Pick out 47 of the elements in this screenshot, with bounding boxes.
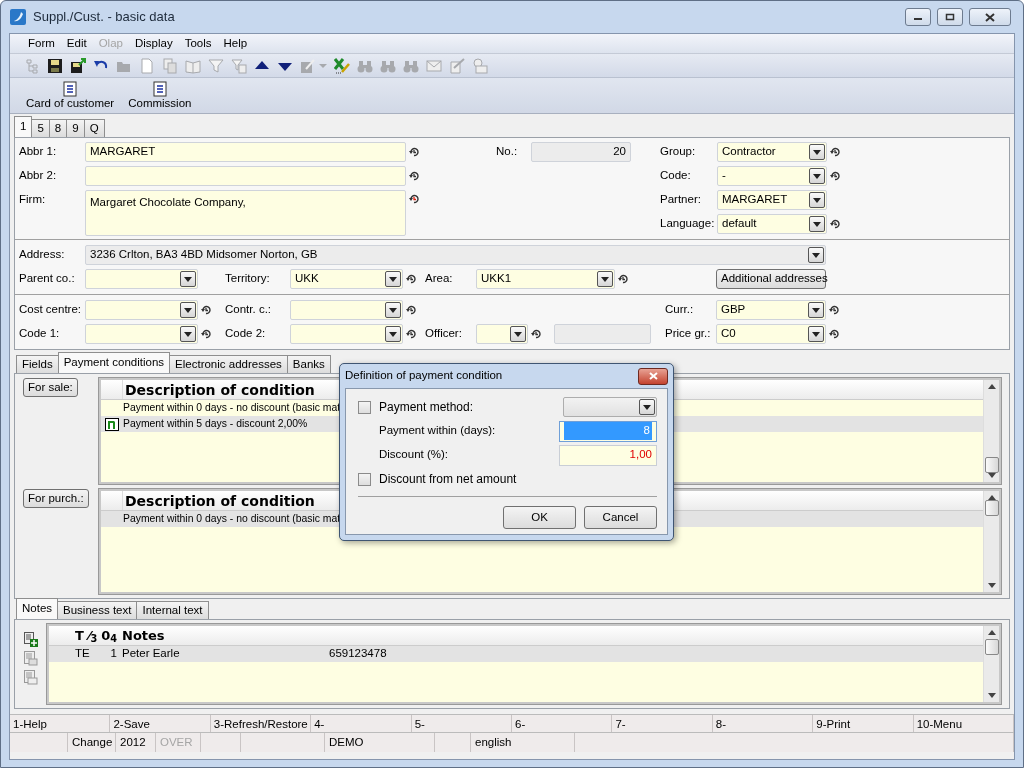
field-value: Contractor <box>722 144 776 160</box>
column-header: Description of condition <box>124 381 315 399</box>
checkbox-label: Payment method: <box>379 399 475 416</box>
field-label: Abbr 2: <box>19 168 58 184</box>
window-title: Suppl./Cust. - basic data <box>33 8 176 27</box>
field-value: UKK <box>295 271 319 287</box>
field-label: Curr.: <box>665 302 695 318</box>
field-label: Cost centre: <box>19 302 82 318</box>
field-label: Area: <box>425 271 454 287</box>
field-label: Territory: <box>225 271 271 287</box>
table-cell-text: Peter Earle <box>121 646 181 662</box>
field-value: UKK1 <box>481 271 512 287</box>
field-label: No.: <box>496 144 519 160</box>
field-label: Code: <box>660 168 692 184</box>
status-text: english <box>471 733 575 752</box>
field-label: Group: <box>660 144 697 160</box>
row-text: Payment within 0 days - no discount (basic mat <box>123 511 341 526</box>
checkbox-label: Discount from net amount <box>379 471 518 488</box>
row-text: Payment within 5 days - discount 2,00% <box>123 417 308 432</box>
field-label: Price gr.: <box>665 326 712 342</box>
field-label: Code 2: <box>225 326 267 342</box>
field-label: Officer: <box>425 326 463 342</box>
field-label: Contr. c.: <box>225 302 273 318</box>
table-cell-text: 1 <box>109 646 118 662</box>
field-label: Language: <box>660 216 716 232</box>
field-label: Partner: <box>660 192 702 208</box>
field-value: GBP <box>721 302 746 318</box>
dialog-title: Definition of payment condition <box>345 368 503 384</box>
field-value: C0 <box>721 326 736 342</box>
column-header: Description of condition <box>124 491 315 510</box>
field-label: Discount (%): <box>378 447 450 463</box>
field-value: default <box>722 216 757 232</box>
field-label: Payment within (days): <box>378 423 497 439</box>
status-text: Change <box>68 733 116 752</box>
field-label: Code 1: <box>19 326 61 342</box>
status-text: 2012 <box>116 733 156 752</box>
field-value: - <box>722 168 726 184</box>
field-label: Firm: <box>19 192 47 208</box>
field-label: Address: <box>19 247 66 263</box>
status-text: OVER <box>156 733 201 752</box>
table-cell-text: 659123478 <box>329 646 387 662</box>
field-value: MARGARET <box>722 192 788 208</box>
status-text: DEMO <box>325 733 435 752</box>
field-value: 3236 Crlton, BA3 4BD Midsomer Norton, GB <box>90 247 318 263</box>
field-label: Abbr 1: <box>19 144 58 160</box>
field-label: Parent co.: <box>19 271 76 287</box>
table-cell-text: TE <box>74 646 91 662</box>
